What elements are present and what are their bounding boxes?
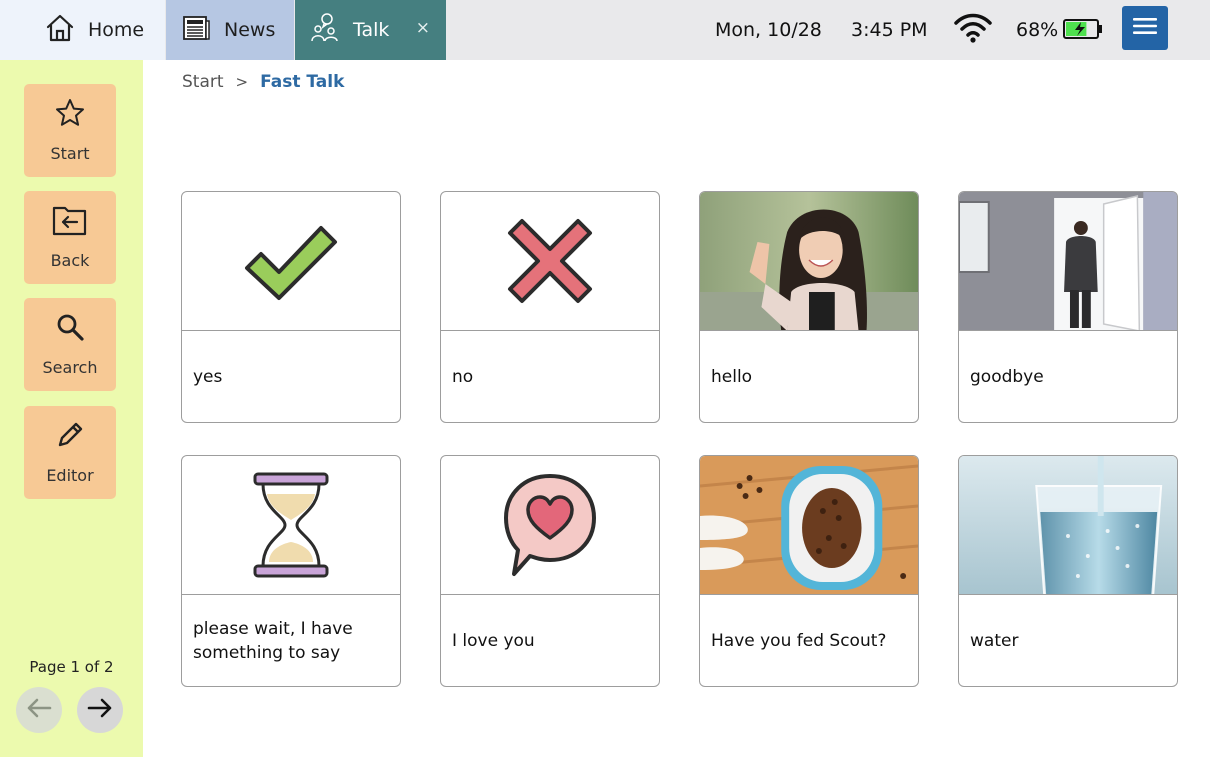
dog-food-bowl-photo [700, 456, 918, 595]
breadcrumb-separator: > [235, 73, 249, 91]
previous-page-button[interactable] [16, 687, 62, 733]
waving-woman-photo [700, 192, 918, 331]
sidebar-back-label: Back [50, 251, 90, 270]
tab-news[interactable]: News [166, 0, 294, 60]
close-icon[interactable]: × [416, 18, 430, 38]
star-icon [54, 96, 86, 130]
card-please-wait[interactable]: please wait, I have something to say [181, 455, 401, 687]
card-label: hello [711, 366, 753, 387]
status-time: 3:45 PM [851, 19, 928, 41]
breadcrumb-start[interactable]: Start [182, 72, 224, 92]
sidebar-editor-button[interactable]: Editor [24, 406, 116, 499]
sidebar: Start Back Search Editor Page 1 of 2 [0, 60, 143, 757]
status-date: Mon, 10/28 [715, 19, 822, 41]
hamburger-menu-icon [1132, 16, 1158, 40]
card-label: goodbye [970, 366, 1044, 387]
people-talking-icon [309, 12, 341, 48]
arrow-left-icon [26, 697, 52, 723]
tab-home-label: Home [88, 19, 145, 41]
home-icon [44, 12, 76, 48]
card-label: Have you fed Scout? [711, 630, 887, 651]
page-indicator: Page 1 of 2 [29, 658, 114, 676]
tab-talk-label: Talk [353, 19, 390, 41]
card-hello[interactable]: hello [699, 191, 919, 423]
checkmark-icon [182, 192, 400, 331]
breadcrumb-current: Fast Talk [260, 72, 345, 92]
card-fed-scout[interactable]: Have you fed Scout? [699, 455, 919, 687]
arrow-right-icon [87, 697, 113, 723]
breadcrumb: Start > Fast Talk [182, 72, 344, 92]
wifi-icon [954, 12, 992, 48]
menu-button[interactable] [1122, 6, 1168, 50]
pencil-icon [54, 418, 86, 452]
sidebar-editor-label: Editor [46, 466, 94, 485]
card-label: water [970, 630, 1019, 651]
cross-icon [441, 192, 659, 331]
card-i-love-you[interactable]: I love you [440, 455, 660, 687]
tab-home[interactable]: Home [0, 0, 165, 60]
hourglass-icon [182, 456, 400, 595]
water-glass-photo [959, 456, 1177, 595]
sidebar-search-button[interactable]: Search [24, 298, 116, 391]
sidebar-start-button[interactable]: Start [24, 84, 116, 177]
battery-icon [1063, 19, 1103, 43]
search-icon [54, 310, 86, 344]
sidebar-search-label: Search [42, 358, 98, 377]
tab-talk[interactable]: Talk × [295, 0, 446, 60]
card-yes[interactable]: yes [181, 191, 401, 423]
heart-speech-bubble-icon [441, 456, 659, 595]
battery-percentage: 68% [1016, 19, 1059, 41]
man-leaving-door-photo [959, 192, 1177, 331]
sidebar-start-label: Start [50, 144, 90, 163]
card-label: I love you [452, 630, 535, 651]
newspaper-icon [180, 12, 212, 48]
card-label: no [452, 366, 474, 387]
card-label: yes [193, 366, 223, 387]
sidebar-back-button[interactable]: Back [24, 191, 116, 284]
back-arrow-icon [51, 203, 89, 237]
card-label: please wait, I have something to say [193, 618, 353, 663]
next-page-button[interactable] [77, 687, 123, 733]
top-bar: Home News Talk × Mon, 10/28 3:45 PM 68% [0, 0, 1210, 60]
card-goodbye[interactable]: goodbye [958, 191, 1178, 423]
card-water[interactable]: water [958, 455, 1178, 687]
tab-news-label: News [224, 19, 276, 41]
card-no[interactable]: no [440, 191, 660, 423]
